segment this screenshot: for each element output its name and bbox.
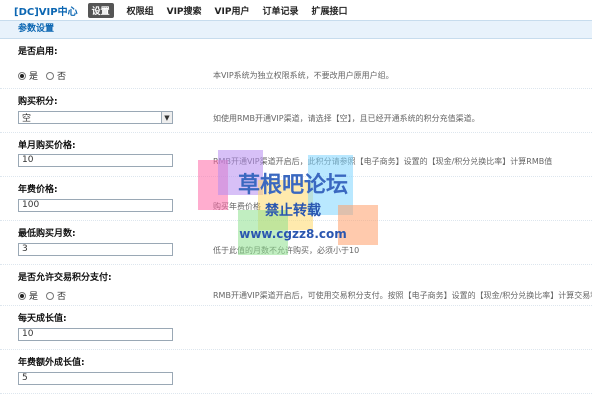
watermark-url: www.cgzz8.com [239,227,347,241]
section-title: 参数设置 [0,21,592,39]
chevron-down-icon[interactable]: ▼ [161,112,172,123]
enabled-row: 是否启用: 是 否 本VIP系统为独立权限系统，不要改用户原用户组。 [0,39,592,89]
annual-growth-input[interactable]: 5 [18,372,173,385]
annual-price-input[interactable]: 100 [18,199,173,212]
top-nav-bar: [DC]VIP中心 设置 权限组 VIP搜索 VIP用户 订单记录 扩展接口 [0,0,592,21]
buy-points-label: 购买积分: [18,97,58,107]
buy-points-row: 购买积分: 空 ▼ 如使用RMB开通VIP渠道，请选择【空】，且已经开通系统的积… [0,89,592,133]
allow-trade-yes-label: 是 [29,292,39,302]
enabled-hint: 本VIP系统为独立权限系统，不要改用户原用户组。 [213,71,394,80]
enabled-yes-radio[interactable] [18,71,26,80]
allow-trade-no-label: 否 [57,292,67,302]
allow-trade-yes-radio[interactable] [18,291,26,300]
allow-trade-no-radio[interactable] [46,291,55,300]
daily-growth-input[interactable]: 10 [18,328,173,341]
buy-points-hint: 如使用RMB开通VIP渠道，请选择【空】，且已经开通系统的积分充值渠道。 [213,114,480,123]
min-months-label: 最低购买月数: [18,229,76,239]
allow-trade-row: 是否允许交易积分支付: 是 否 RMB开通VIP渠道开启后，可使用交易积分支付。… [0,265,592,306]
daily-growth-label: 每天成长值: [18,314,67,324]
annual-growth-row: 年费额外成长值: 5 [0,350,592,394]
annual-growth-label: 年费额外成长值: [18,358,85,368]
tab-order-records[interactable]: 订单记录 [262,4,298,17]
tab-vip-users[interactable]: VIP用户 [215,4,250,17]
enabled-label: 是否启用: [18,47,58,57]
buy-points-select[interactable]: 空 ▼ [18,111,173,124]
monthly-price-input[interactable]: 10 [18,154,173,167]
allow-trade-label: 是否允许交易积分支付: [18,273,112,283]
enabled-no-radio[interactable] [46,71,55,80]
buy-points-value: 空 [22,114,32,124]
tab-settings[interactable]: 设置 [87,2,114,18]
annual-price-label: 年费价格: [18,185,58,195]
monthly-price-label: 单月购买价格: [18,141,76,151]
enabled-yes-label: 是 [29,72,39,82]
watermark: 草根吧论坛 禁止转载 www.cgzz8.com [198,145,388,265]
daily-growth-row: 每天成长值: 10 [0,306,592,350]
min-months-input[interactable]: 3 [18,243,173,256]
tab-extension-api[interactable]: 扩展接口 [311,4,347,17]
watermark-title: 草根吧论坛 [237,173,348,198]
tab-vip-search[interactable]: VIP搜索 [167,4,202,17]
enabled-no-label: 否 [57,72,67,82]
app-title: [DC]VIP中心 [14,6,78,18]
tab-permission-groups[interactable]: 权限组 [127,4,154,17]
watermark-subtitle: 禁止转载 [265,203,321,219]
allow-trade-hint: RMB开通VIP渠道开启后，可使用交易积分支付。按照【电子商务】设置的【现金/积… [213,291,592,300]
